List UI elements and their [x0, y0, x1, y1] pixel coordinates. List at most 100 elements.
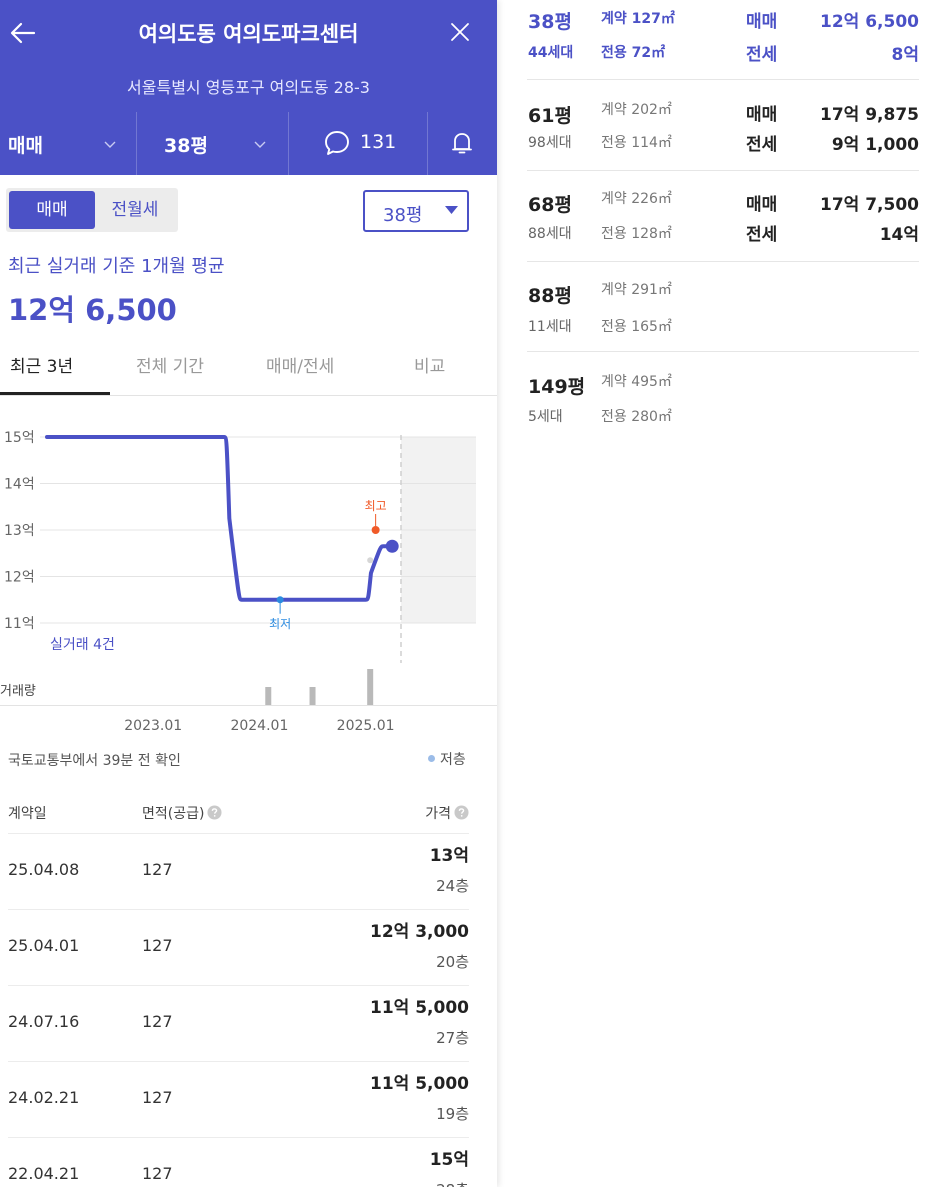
row-floor: 20층 — [436, 953, 469, 971]
low-floor-point — [367, 557, 374, 564]
row-floor: 27층 — [436, 1029, 469, 1047]
row-divider — [8, 1137, 469, 1138]
help-icon[interactable] — [454, 805, 469, 820]
table-row[interactable]: 24.07.16 127 11억 5,000 27층 — [0, 985, 497, 1061]
legend-dot — [428, 755, 435, 762]
average-label: 최근 실거래 기준 1개월 평균 — [8, 256, 225, 277]
table-row[interactable]: 22.04.21 127 15억 28층 — [0, 1137, 497, 1187]
average-price: 12억 6,500 — [8, 293, 177, 327]
table-row[interactable]: 24.02.21 127 11억 5,000 19층 — [0, 1061, 497, 1137]
min-point — [276, 596, 284, 604]
max-label: 최고 — [365, 499, 387, 513]
unit-price-sale: 17억 9,875 — [820, 105, 919, 125]
row-floor: 28층 — [436, 1179, 469, 1187]
unit-item-68[interactable]: 68평 88세대 계약 226㎡ 전용 128㎡ 매매 전세 17억 7,500… — [497, 170, 936, 262]
row-area: 127 — [142, 1088, 173, 1107]
unit-item-88[interactable]: 88평 11세대 계약 291㎡ 전용 165㎡ — [497, 262, 936, 352]
unit-pyeong: 149평 — [528, 376, 586, 398]
legend-low-label: 저층 — [440, 752, 466, 768]
unit-households: 5세대 — [528, 409, 563, 425]
unit-price-sale: 12억 6,500 — [820, 12, 919, 32]
unit-price-jeonse: 14억 — [879, 225, 919, 245]
chevron-down-icon[interactable] — [254, 141, 266, 149]
y-tick-label: 14억 — [4, 477, 35, 493]
row-area: 127 — [142, 1012, 173, 1031]
unit-exclusive-area: 전용 128㎡ — [601, 226, 672, 242]
row-price: 15억 — [429, 1150, 469, 1170]
complex-title: 여의도동 여의도파크센터 — [138, 22, 359, 46]
unit-item-149[interactable]: 149평 5세대 계약 495㎡ 전용 280㎡ — [497, 352, 936, 442]
header-area-label: 면적(공급) — [142, 806, 205, 822]
row-price: 12억 3,000 — [370, 922, 469, 942]
unit-exclusive-area: 전용 165㎡ — [601, 319, 672, 335]
unit-pyeong: 88평 — [528, 285, 572, 307]
row-floor: 19층 — [436, 1105, 469, 1123]
area-filter[interactable]: 38평 — [164, 131, 208, 158]
price-line — [45, 435, 395, 602]
tab-compare[interactable]: 비교 — [414, 352, 445, 377]
unit-households: 88세대 — [528, 226, 572, 242]
filter-divider — [136, 112, 137, 175]
tab-sale-jeonse[interactable]: 매매/전세 — [266, 352, 334, 377]
unit-type-sale: 매매 — [746, 195, 778, 215]
unit-exclusive-area: 전용 280㎡ — [601, 409, 672, 425]
unit-type-jeonse: 전세 — [746, 45, 778, 65]
tab-all-period[interactable]: 전체 기간 — [136, 352, 204, 377]
table-row[interactable]: 25.04.01 127 12억 3,000 20층 — [0, 909, 497, 985]
current-point — [385, 539, 399, 553]
row-date: 24.02.21 — [8, 1088, 80, 1107]
help-icon[interactable] — [207, 805, 222, 820]
bell-icon[interactable] — [451, 130, 473, 156]
toggle-sale[interactable]: 매매 — [9, 191, 95, 229]
volume-bar — [309, 687, 316, 705]
x-tick-label: 2024.01 — [230, 718, 288, 734]
row-divider — [8, 909, 469, 910]
header-price-label: 가격 — [425, 806, 451, 822]
comment-bubble-icon[interactable] — [323, 129, 351, 157]
row-floor: 24층 — [436, 877, 469, 895]
y-tick-label: 15억 — [4, 430, 35, 446]
unit-price-sale: 17억 7,500 — [820, 195, 919, 215]
chevron-down-icon[interactable] — [104, 141, 116, 149]
complex-address: 서울특별시 영등포구 여의도동 28-3 — [127, 78, 370, 97]
volume-bar — [367, 669, 374, 705]
unit-item-61[interactable]: 61평 98세대 계약 202㎡ 전용 114㎡ 매매 전세 17억 9,875… — [497, 80, 936, 171]
header-date: 계약일 — [8, 806, 47, 822]
close-icon[interactable] — [446, 18, 474, 46]
unit-exclusive-area: 전용 114㎡ — [601, 135, 672, 151]
legend-low-floor: 저층 — [428, 749, 466, 769]
unit-price-jeonse: 8억 — [891, 45, 919, 65]
unit-contract-area: 계약 127㎡ — [601, 11, 675, 27]
unit-type-sale: 매매 — [746, 12, 778, 32]
price-chart[interactable]: 15억 14억 13억 12억 11억 최고최저실거래 4건거래량 2023.01 2024.… — [0, 405, 497, 735]
unit-households: 98세대 — [528, 135, 572, 151]
period-tabs: 최근 3년 전체 기간 매매/전세 비교 — [0, 340, 497, 396]
table-row[interactable]: 25.04.08 127 13억 24층 — [0, 833, 497, 909]
row-divider — [8, 985, 469, 986]
unit-exclusive-area: 전용 72㎡ — [601, 45, 666, 61]
row-date: 22.04.21 — [8, 1164, 80, 1183]
trade-type-filter[interactable]: 매매 — [8, 131, 43, 158]
unit-contract-area: 계약 495㎡ — [601, 374, 672, 390]
row-price: 13억 — [429, 846, 469, 866]
header-price: 가격 — [425, 803, 469, 823]
unit-item-38[interactable]: 38평 44세대 계약 127㎡ 전용 72㎡ 매매 전세 12억 6,500 … — [497, 0, 936, 80]
row-date: 25.04.08 — [8, 860, 80, 879]
unit-pyeong: 38평 — [528, 11, 572, 33]
unit-type-jeonse: 전세 — [746, 135, 778, 155]
unit-pyeong: 61평 — [528, 105, 572, 127]
y-tick-label: 12억 — [4, 570, 35, 586]
volume-bar — [265, 687, 272, 705]
filter-bar: 매매 38평 131 — [0, 112, 497, 175]
row-divider — [8, 833, 469, 834]
trade-toggle: 매매 전월세 — [6, 188, 178, 232]
toggle-rent[interactable]: 전월세 — [95, 191, 175, 229]
area-select[interactable]: 38평 — [363, 190, 469, 232]
unit-list-panel: 38평 44세대 계약 127㎡ 전용 72㎡ 매매 전세 12억 6,500 … — [497, 0, 936, 1187]
unit-contract-area: 계약 291㎡ — [601, 282, 672, 298]
row-price: 11억 5,000 — [370, 1074, 469, 1094]
trade-detail-panel: 여의도동 여의도파크센터 서울특별시 영등포구 여의도동 28-3 매매 38평 — [0, 0, 497, 1187]
comment-count[interactable]: 131 — [360, 131, 396, 153]
caret-down-icon — [445, 206, 458, 214]
tab-recent-3y[interactable]: 최근 3년 — [10, 352, 73, 377]
